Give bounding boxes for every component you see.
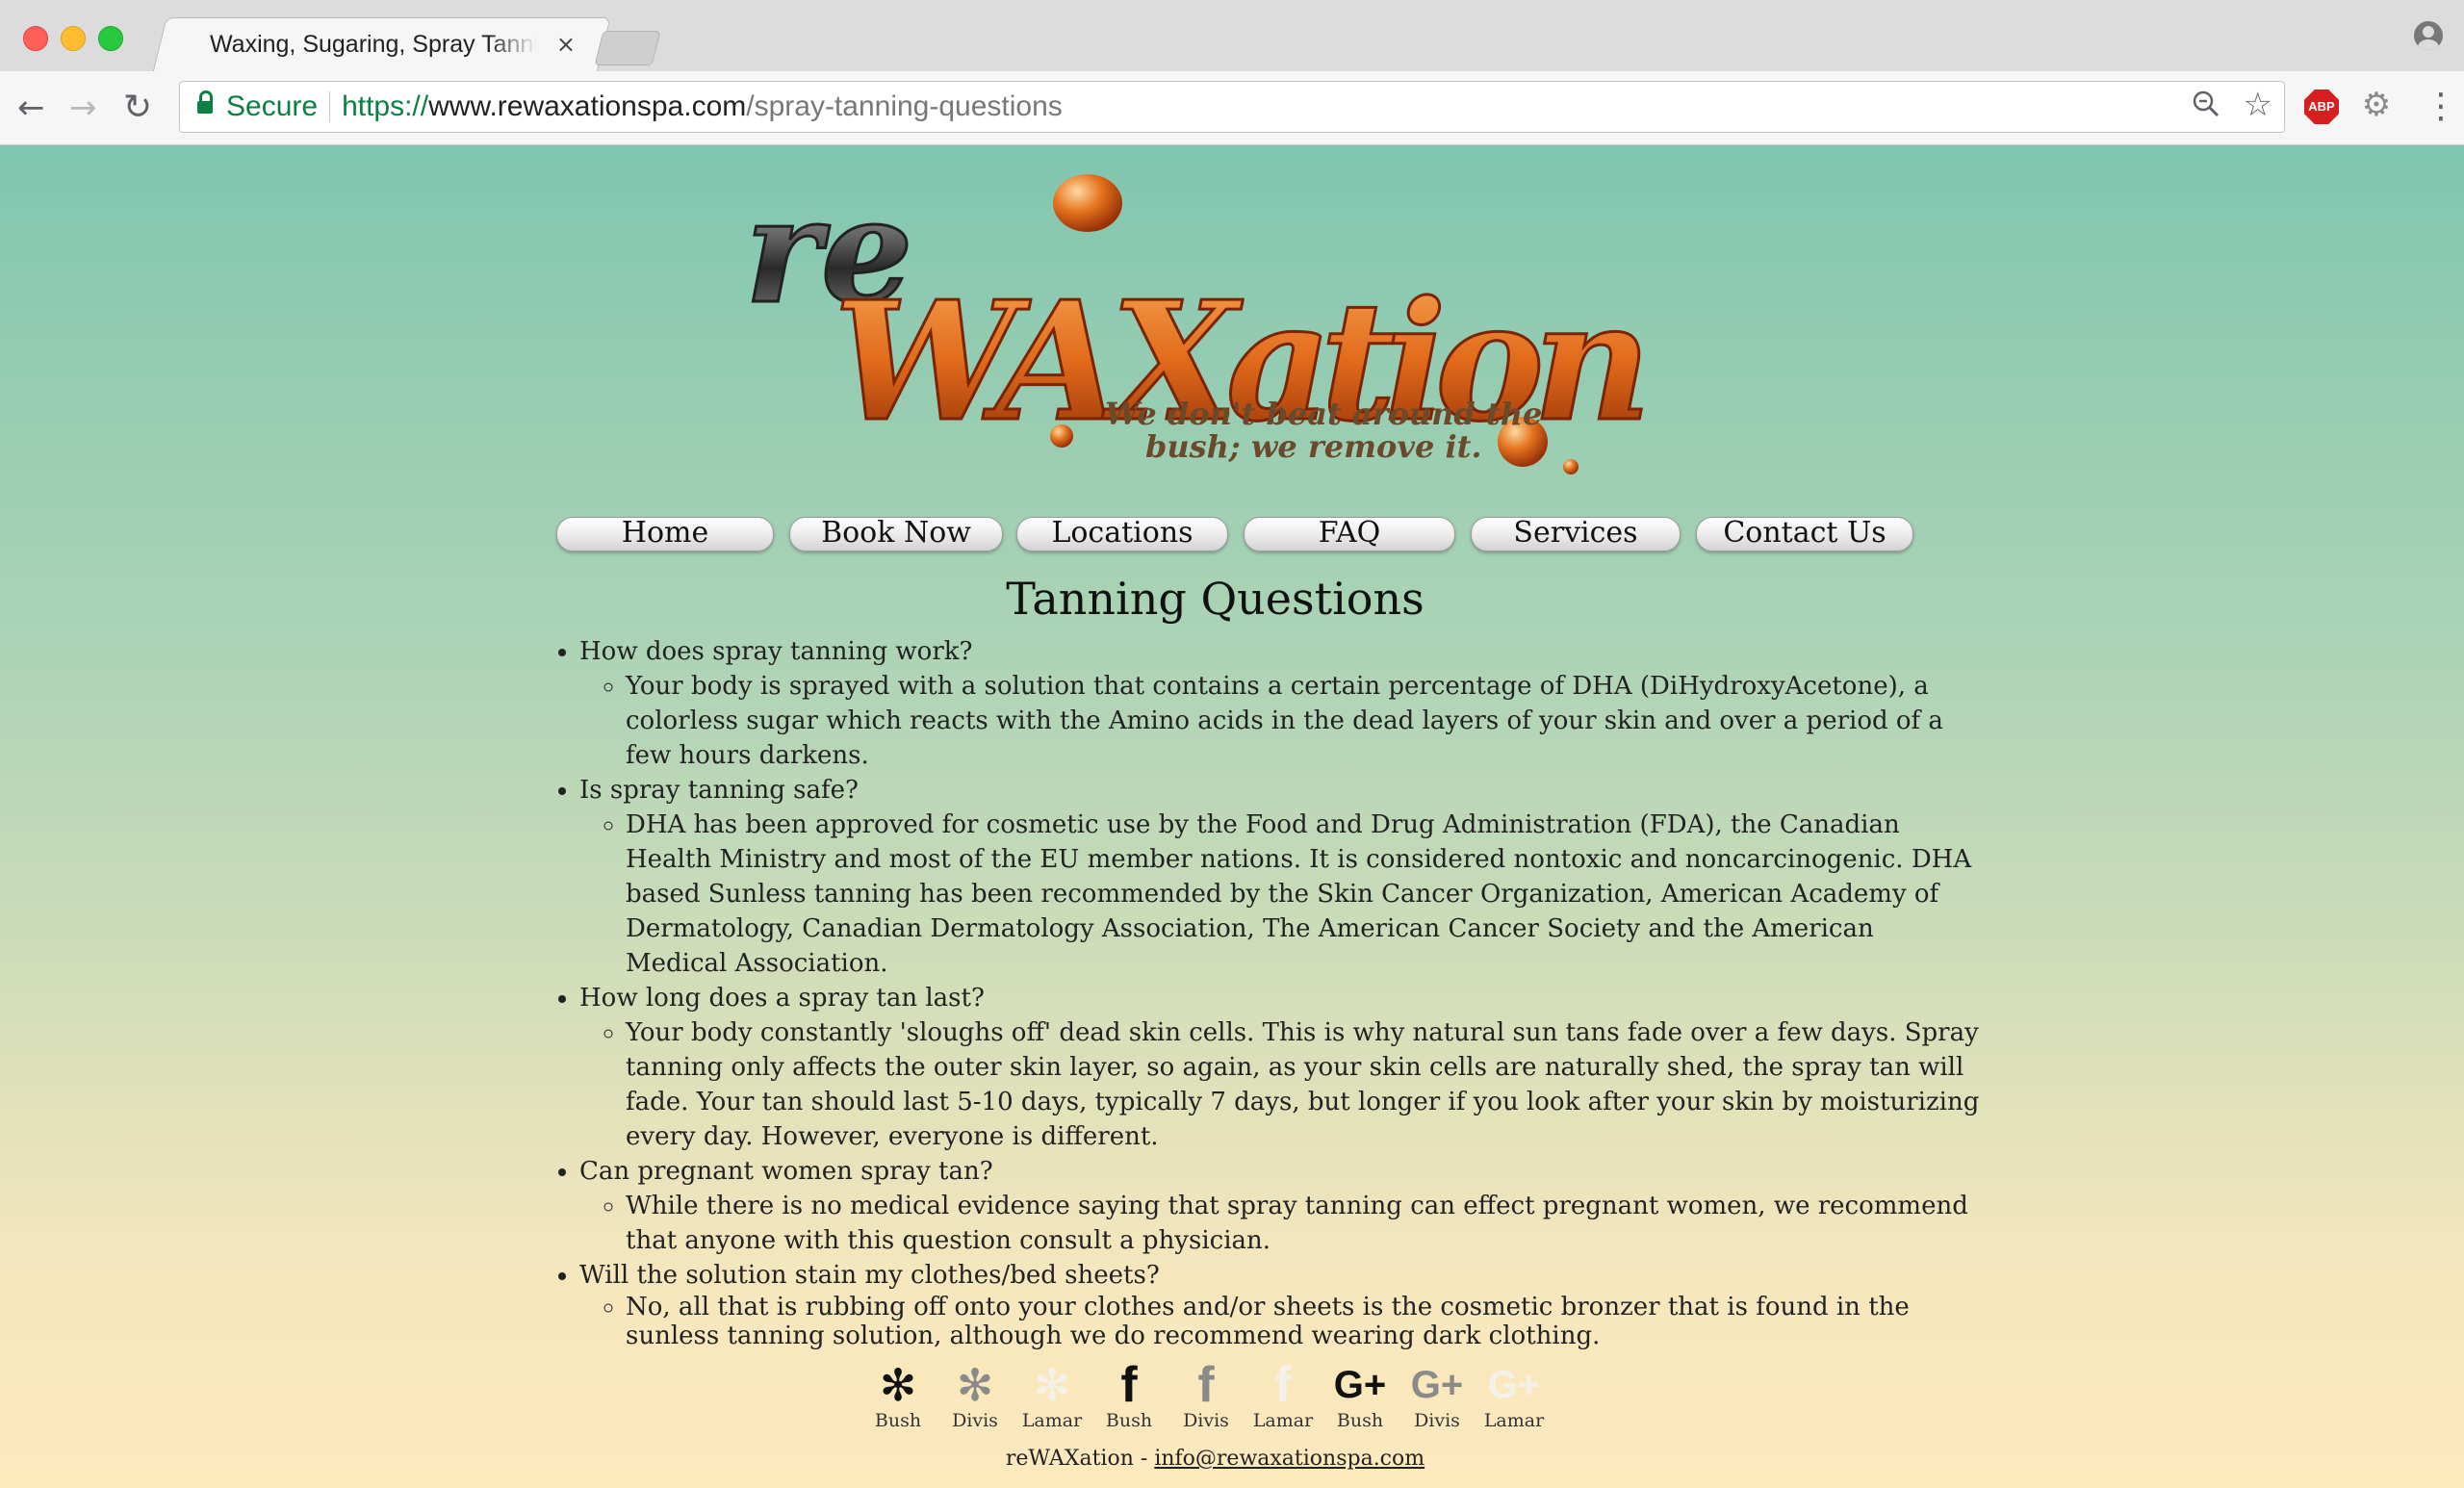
social-caption: Lamar [1021,1410,1083,1431]
yelp-icon: ✻ [956,1359,994,1411]
faq-question: Can pregnant women spray tan? While ther… [579,1154,1985,1258]
yelp-icon: ✻ [879,1359,917,1411]
lock-icon [197,90,213,116]
google-plus-icon: G+ [1333,1364,1387,1406]
wax-drop-shape [1563,459,1578,475]
faq-answer: Your body constantly 'sloughs off' dead … [626,1015,1983,1154]
faq-answer: No, all that is rubbing off onto your cl… [626,1293,1983,1350]
google-plus-icon: G+ [1487,1364,1541,1406]
nav-faq-button[interactable]: FAQ [1244,517,1455,552]
social-link-google-plus-lamar[interactable]: G+ Lamar [1480,1360,1548,1431]
facebook-icon: f [1197,1357,1215,1413]
browser-tab-bar: Waxing, Sugaring, Spray Tanning × [0,0,2464,74]
adblock-icon[interactable]: ABP [2304,90,2339,124]
faq-question: Will the solution stain my clothes/bed s… [579,1258,1985,1350]
faq-list: How does spray tanning work? Your body i… [539,634,1985,1350]
facebook-icon: f [1120,1357,1138,1413]
site-logo[interactable]: re WAXation We don't beat around the bus… [741,157,1665,513]
url-scheme: https:// [342,90,429,122]
zoom-icon[interactable] [2192,90,2220,126]
browser-toolbar: ← → ↻ Secure https:// www.rewaxationspa.… [0,71,2464,145]
faq-answer: DHA has been approved for cosmetic use b… [626,808,1983,981]
profile-icon[interactable] [2414,21,2443,50]
social-link-facebook-lamar[interactable]: f Lamar [1249,1360,1317,1431]
social-link-facebook-bush[interactable]: f Bush [1095,1360,1163,1431]
logo-tagline-line2: bush; we remove it. [1145,428,1482,465]
new-tab-button[interactable] [594,31,661,65]
nav-locations-button[interactable]: Locations [1016,517,1228,552]
address-bar[interactable]: Secure https:// www.rewaxationspa.com /s… [179,81,2285,133]
faq-question-text: Will the solution stain my clothes/bed s… [579,1261,1160,1290]
nav-home-button[interactable]: Home [556,517,774,552]
social-link-yelp-divis[interactable]: ✻ Divis [941,1360,1009,1431]
social-link-facebook-divis[interactable]: f Divis [1172,1360,1240,1431]
nav-contact-us-button[interactable]: Contact Us [1696,517,1913,552]
faq-question: How does spray tanning work? Your body i… [579,634,1985,773]
faq-question-text: How long does a spray tan last? [579,984,985,1013]
social-caption: Divis [1414,1410,1460,1431]
faq-question-text: How does spray tanning work? [579,637,973,666]
star-icon[interactable]: ☆ [2244,86,2272,124]
window-minimize-button[interactable] [61,26,86,51]
wax-drop-shape [1053,174,1122,232]
faq-answer-list: Your body constantly 'sloughs off' dead … [579,1015,1983,1154]
back-arrow-icon[interactable]: ← [17,89,45,127]
social-caption: Bush [874,1410,922,1431]
faq-answer: While there is no medical evidence sayin… [626,1189,1983,1258]
yelp-icon: ✻ [1033,1359,1071,1411]
page-title: Tanning Questions [1006,573,1424,625]
main-nav: Home Book Now Locations FAQ Services Con… [554,517,1915,552]
faq-answer-list: While there is no medical evidence sayin… [579,1189,1983,1258]
social-caption: Divis [1183,1410,1229,1431]
facebook-icon: f [1274,1357,1292,1413]
url-host: www.rewaxationspa.com [428,90,747,122]
faq-answer-list: No, all that is rubbing off onto your cl… [579,1293,1983,1350]
social-caption: Lamar [1483,1410,1545,1431]
forward-arrow-icon[interactable]: → [69,89,97,127]
footer-brand: reWAXation - [1005,1447,1155,1471]
page-viewport: re WAXation We don't beat around the bus… [0,145,2464,1488]
social-link-yelp-bush[interactable]: ✻ Bush [864,1360,932,1431]
wax-drop-shape [1050,424,1073,448]
window-close-button[interactable] [23,26,48,51]
social-link-yelp-lamar[interactable]: ✻ Lamar [1018,1360,1086,1431]
faq-answer: Your body is sprayed with a solution tha… [626,669,1983,773]
social-caption: Bush [1336,1410,1384,1431]
footer: reWAXation - info@rewaxationspa.com [0,1447,2430,1471]
social-caption: Lamar [1252,1410,1314,1431]
url-path: /spray-tanning-questions [746,90,1063,122]
social-caption: Divis [952,1410,998,1431]
window-maximize-button[interactable] [98,26,123,51]
reload-icon[interactable]: ↻ [123,89,152,127]
faq-question-text: Can pregnant women spray tan? [579,1157,993,1186]
nav-book-now-button[interactable]: Book Now [789,517,1003,552]
logo-tagline-line1: We don't beat around the [1105,396,1542,432]
google-plus-icon: G+ [1410,1364,1464,1406]
social-links: ✻ Bush ✻ Divis ✻ Lamar f Bush f Divis f Lamar G+ Bush… [864,1360,1577,1431]
faq-question: How long does a spray tan last? Your bod… [579,981,1985,1154]
secure-label: Secure [226,90,319,122]
social-link-google-plus-divis[interactable]: G+ Divis [1403,1360,1471,1431]
gear-icon[interactable]: ⚙ [2360,89,2393,121]
menu-icon[interactable]: ⋮ [2424,87,2458,126]
footer-email-link[interactable]: info@rewaxationspa.com [1154,1447,1424,1471]
faq-question: Is spray tanning safe? DHA has been appr… [579,773,1985,981]
active-tab[interactable]: Waxing, Sugaring, Spray Tanning × [210,17,581,71]
social-caption: Bush [1105,1410,1153,1431]
tab-title[interactable]: Waxing, Sugaring, Spray Tanning [210,31,537,59]
social-link-google-plus-bush[interactable]: G+ Bush [1326,1360,1394,1431]
faq-question-text: Is spray tanning safe? [579,776,859,805]
faq-answer-list: Your body is sprayed with a solution tha… [579,669,1983,773]
nav-services-button[interactable]: Services [1471,517,1681,552]
faq-answer-list: DHA has been approved for cosmetic use b… [579,808,1983,981]
tab-close-icon[interactable]: × [556,31,576,58]
url-divider [329,91,331,122]
